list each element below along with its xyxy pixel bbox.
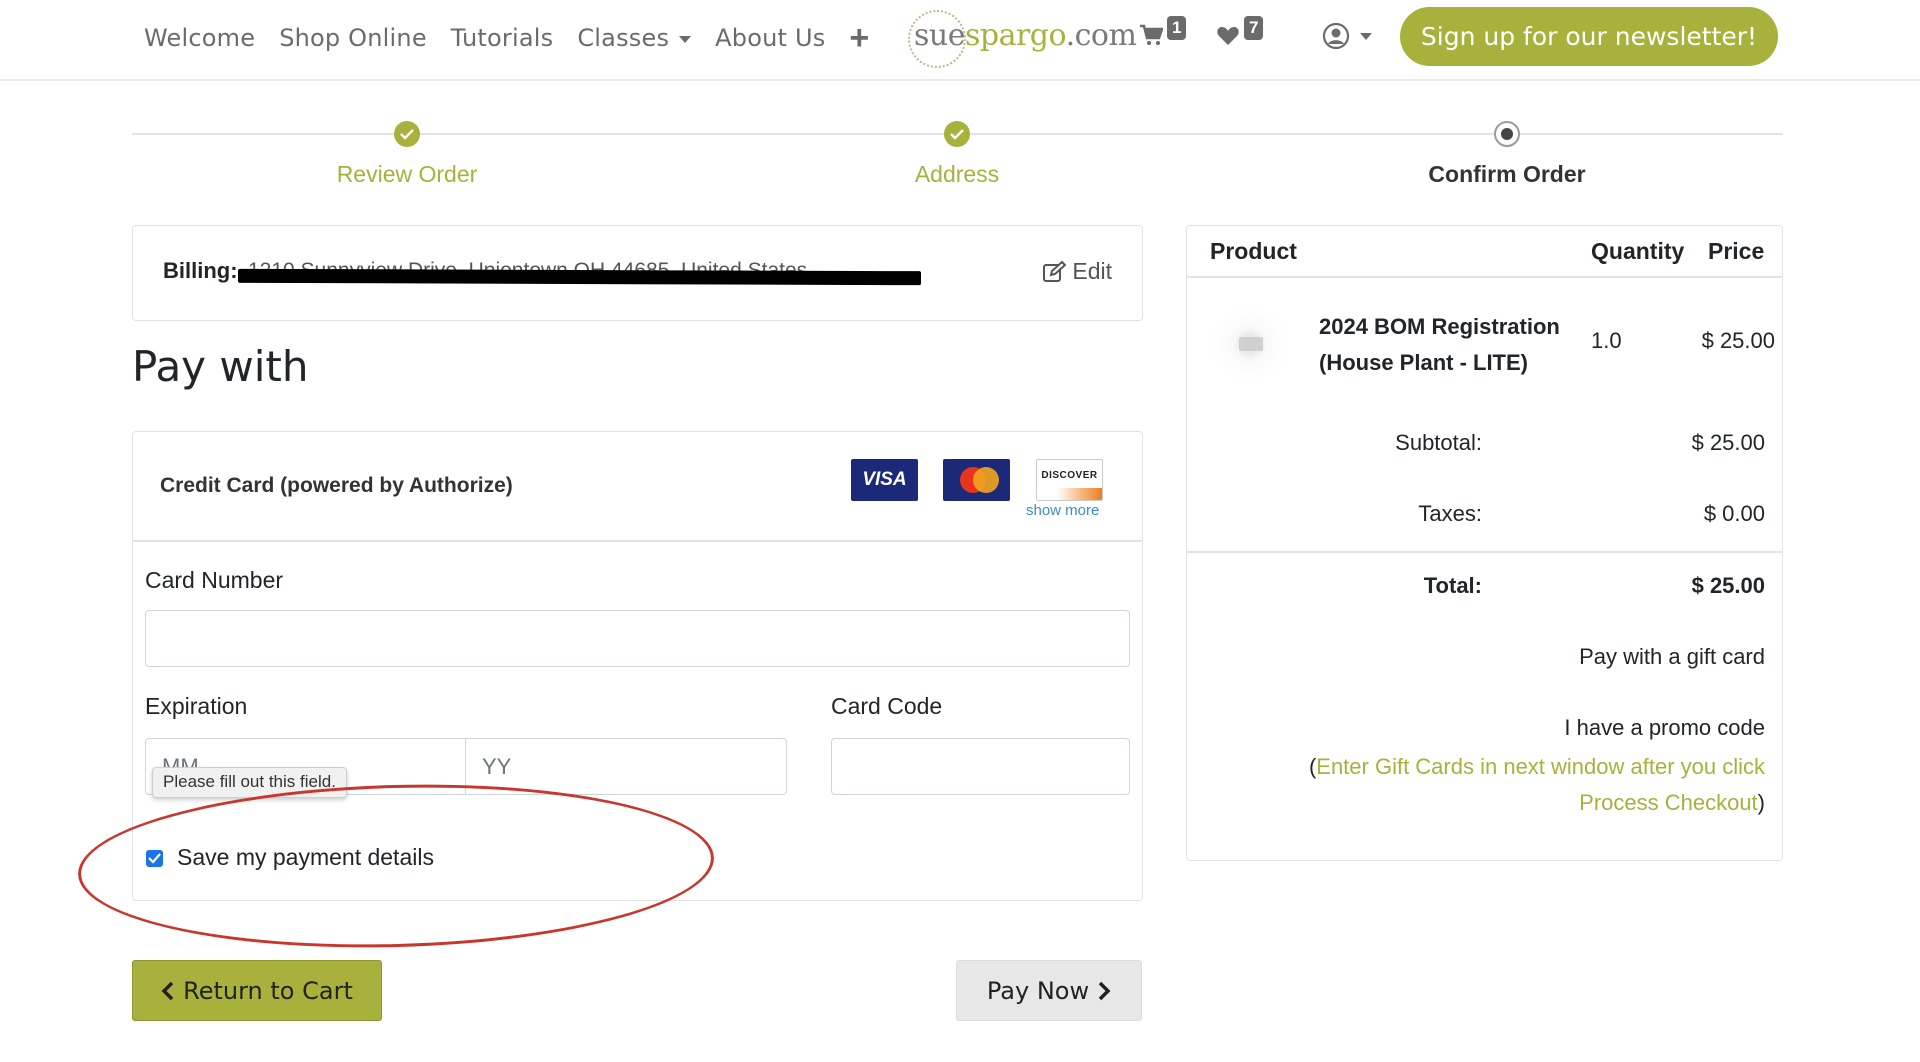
wishlist-button[interactable]: 7 xyxy=(1216,16,1264,52)
subtotal-label: Subtotal: xyxy=(1395,430,1482,455)
wishlist-count-badge: 7 xyxy=(1244,16,1264,40)
price-header: Price xyxy=(1708,238,1765,264)
card-number-input[interactable] xyxy=(145,610,1130,667)
card-code-label: Card Code xyxy=(831,693,943,719)
product-thumbnail[interactable] xyxy=(1213,304,1287,384)
billing-card: Billing: 1210 Sunnyview Drive, Uniontown… xyxy=(132,225,1143,321)
total-label: Total: xyxy=(1423,573,1482,598)
nav-tutorials[interactable]: Tutorials xyxy=(451,24,554,52)
product-price: $ 25.00 xyxy=(1701,328,1775,353)
check-icon xyxy=(400,129,414,140)
card-number-label: Card Number xyxy=(145,567,284,593)
nav-about-us[interactable]: About Us xyxy=(715,24,825,52)
mastercard-logo xyxy=(943,459,1010,501)
return-to-cart-label: Return to Cart xyxy=(183,976,353,1005)
step-review-check xyxy=(394,121,420,147)
promo-note: (Enter Gift Cards in next window after y… xyxy=(1308,754,1765,815)
newsletter-signup-button[interactable]: Sign up for our newsletter! xyxy=(1400,7,1778,66)
taxes-value: $ 0.00 xyxy=(1703,501,1765,526)
cart-icon xyxy=(1140,24,1163,45)
return-to-cart-button[interactable]: Return to Cart xyxy=(132,960,382,1021)
card-code-input[interactable] xyxy=(831,738,1130,795)
taxes-label: Taxes: xyxy=(1418,501,1482,526)
main-nav: Welcome Shop Online Tutorials Classes Ab… xyxy=(144,18,869,58)
nav-shop-online[interactable]: Shop Online xyxy=(279,24,427,52)
save-payment-label[interactable]: Save my payment details xyxy=(177,844,434,871)
plus-icon[interactable]: + xyxy=(849,18,869,58)
check-icon xyxy=(148,853,161,864)
step-confirm-order: Confirm Order xyxy=(1428,161,1586,187)
validation-tooltip: Please fill out this field. xyxy=(152,767,347,798)
subtotal-value: $ 25.00 xyxy=(1691,430,1765,455)
summary-divider xyxy=(1187,551,1782,553)
quantity-header: Quantity xyxy=(1591,238,1685,264)
save-payment-checkbox[interactable] xyxy=(146,850,163,867)
promo-code-link[interactable]: I have a promo code xyxy=(1564,715,1765,741)
chevron-down-icon xyxy=(679,35,692,43)
chevron-left-icon xyxy=(161,981,174,1000)
edit-icon xyxy=(1043,260,1067,282)
pay-with-heading: Pay with xyxy=(132,342,309,391)
billing-label: Billing: xyxy=(163,258,238,283)
step-address[interactable]: Address xyxy=(807,161,1107,188)
cart-count-badge: 1 xyxy=(1167,16,1187,40)
expiration-label: Expiration xyxy=(145,693,248,719)
step-confirm-current xyxy=(1494,121,1520,147)
edit-label: Edit xyxy=(1072,258,1112,284)
total-value: $ 25.00 xyxy=(1691,573,1765,598)
product-header: Product xyxy=(1210,238,1297,264)
pay-now-label: Pay Now xyxy=(986,976,1090,1005)
edit-billing-button[interactable]: Edit xyxy=(1042,258,1112,285)
nav-classes-label: Classes xyxy=(577,24,670,52)
product-name[interactable]: 2024 BOM Registration (House Plant - LIT… xyxy=(1319,309,1589,381)
discover-logo: DISCOVER xyxy=(1036,459,1103,501)
redaction-mark xyxy=(237,268,922,286)
visa-logo: VISA xyxy=(851,459,918,501)
product-quantity: 1.0 xyxy=(1591,328,1622,353)
credit-card-header: Credit Card (powered by Authorize) VISA … xyxy=(133,432,1142,542)
credit-card-title: Credit Card (powered by Authorize) xyxy=(160,474,513,497)
order-summary: Product Quantity Price 2024 BOM Registra… xyxy=(1186,225,1783,861)
pay-now-button[interactable]: Pay Now xyxy=(956,960,1142,1021)
chevron-right-icon xyxy=(1098,981,1111,1000)
chevron-down-icon xyxy=(1360,32,1372,40)
promo-note-link[interactable]: Enter Gift Cards in next window after yo… xyxy=(1316,754,1765,815)
account-menu[interactable] xyxy=(1322,22,1372,50)
user-circle-icon xyxy=(1322,22,1350,50)
show-more-link[interactable]: show more xyxy=(1026,502,1099,519)
nav-classes[interactable]: Classes xyxy=(577,24,692,52)
site-logo[interactable]: suespargo.com xyxy=(908,10,1137,68)
expiration-year-input[interactable]: YY xyxy=(466,738,787,795)
check-icon xyxy=(950,129,964,140)
step-review-order[interactable]: Review Order xyxy=(257,161,557,188)
gift-card-link[interactable]: Pay with a gift card xyxy=(1579,644,1765,670)
step-address-check xyxy=(944,121,970,147)
nav-welcome[interactable]: Welcome xyxy=(144,24,255,52)
top-navbar: Welcome Shop Online Tutorials Classes Ab… xyxy=(0,0,1920,81)
heart-icon xyxy=(1217,27,1239,45)
cart-button[interactable]: 1 xyxy=(1139,16,1187,52)
summary-header: Product Quantity Price xyxy=(1187,226,1782,278)
